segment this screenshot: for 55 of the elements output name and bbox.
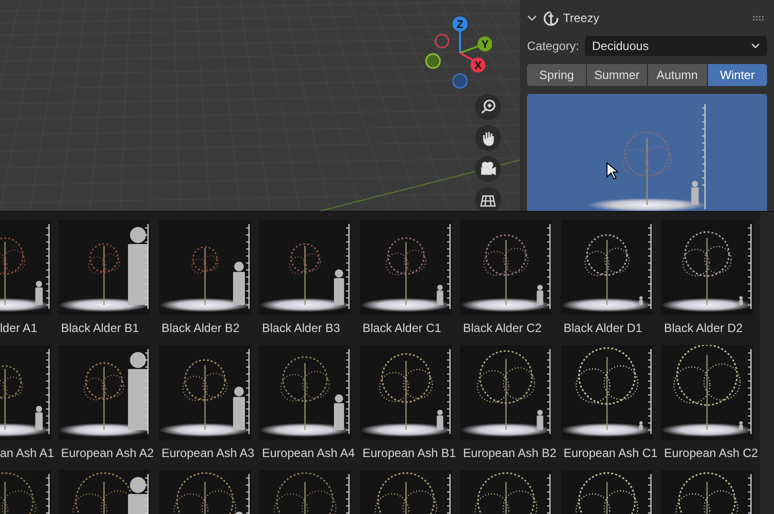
thumbnail-label: European Ash A2 [60,445,154,462]
viewport[interactable]: Z Y X [0,0,520,211]
thumbnail-card[interactable] [58,220,150,315]
zoom-icon [480,99,496,115]
camera-icon [480,161,496,177]
mouse-pointer-icon [606,162,618,180]
thumbnail-label: Black Alder C2 [462,320,543,337]
navigation-gizmo[interactable]: Z Y X [422,12,492,92]
viewport-tool-button[interactable] [475,187,501,211]
thumbnail-card[interactable] [0,220,51,315]
thumbnail-card[interactable] [560,220,652,315]
season-tab[interactable]: Summer [587,64,646,86]
thumbnail-card[interactable] [158,345,250,440]
thumbnail-label: European Ash A3 [160,445,254,462]
thumbnail-label: European Ash A4 [261,445,354,462]
thumbnail-card[interactable] [360,345,452,440]
thumbnail-card[interactable] [0,345,51,440]
thumbnail-card[interactable] [460,345,552,440]
thumbnail-card[interactable] [360,220,452,315]
thumbnail-label: Black Alder B3 [261,320,342,337]
thumbnail-card[interactable] [661,220,753,315]
thumbnail-label: Black Alder D1 [562,320,644,337]
thumbnail-label: an Ash A1 [0,445,53,462]
season-tab[interactable]: Autumn [648,64,707,86]
chevron-down-icon [751,43,760,49]
thumbnail-label: lder A1 [0,320,38,337]
thumbnail-label: European Ash C1 [562,445,656,462]
scrollbar-track[interactable] [760,212,774,514]
viewport-tool-button[interactable] [475,94,501,120]
thumbnail-card[interactable] [661,345,753,440]
thumbnail-label: Black Alder B2 [160,320,241,337]
category-label: Category: [527,38,580,55]
thumbnail-label: Black Alder C1 [362,320,442,337]
category-dropdown[interactable]: Deciduous [585,36,767,56]
thumbnail-card[interactable] [58,345,150,440]
thumbnail-card[interactable] [560,345,652,440]
chevron-down-icon[interactable] [527,13,537,23]
drag-handle-icon[interactable] [753,15,765,21]
thumbnail-label: European Ash C2 [663,445,756,462]
viewport-tool-button[interactable] [475,125,501,151]
thumbnail-card[interactable] [259,345,351,440]
season-tab[interactable]: Spring [527,64,586,86]
thumbnail-card[interactable] [158,220,250,315]
thumbnail-card[interactable] [259,220,351,315]
thumbnail-card[interactable] [460,220,552,315]
hand-icon [480,130,496,146]
panel-title: Treezy [563,10,600,27]
viewport-tool-button[interactable] [475,156,501,182]
treezy-logo-icon [543,10,559,26]
thumbnail-label: European Ash B1 [362,445,455,462]
tree-preview[interactable] [527,94,767,211]
thumbnail-label: Black Alder B1 [60,320,140,337]
thumbnail-label: Black Alder D2 [663,320,744,337]
season-tab[interactable]: Winter [708,64,767,86]
thumbnail-label: European Ash B2 [462,445,556,462]
